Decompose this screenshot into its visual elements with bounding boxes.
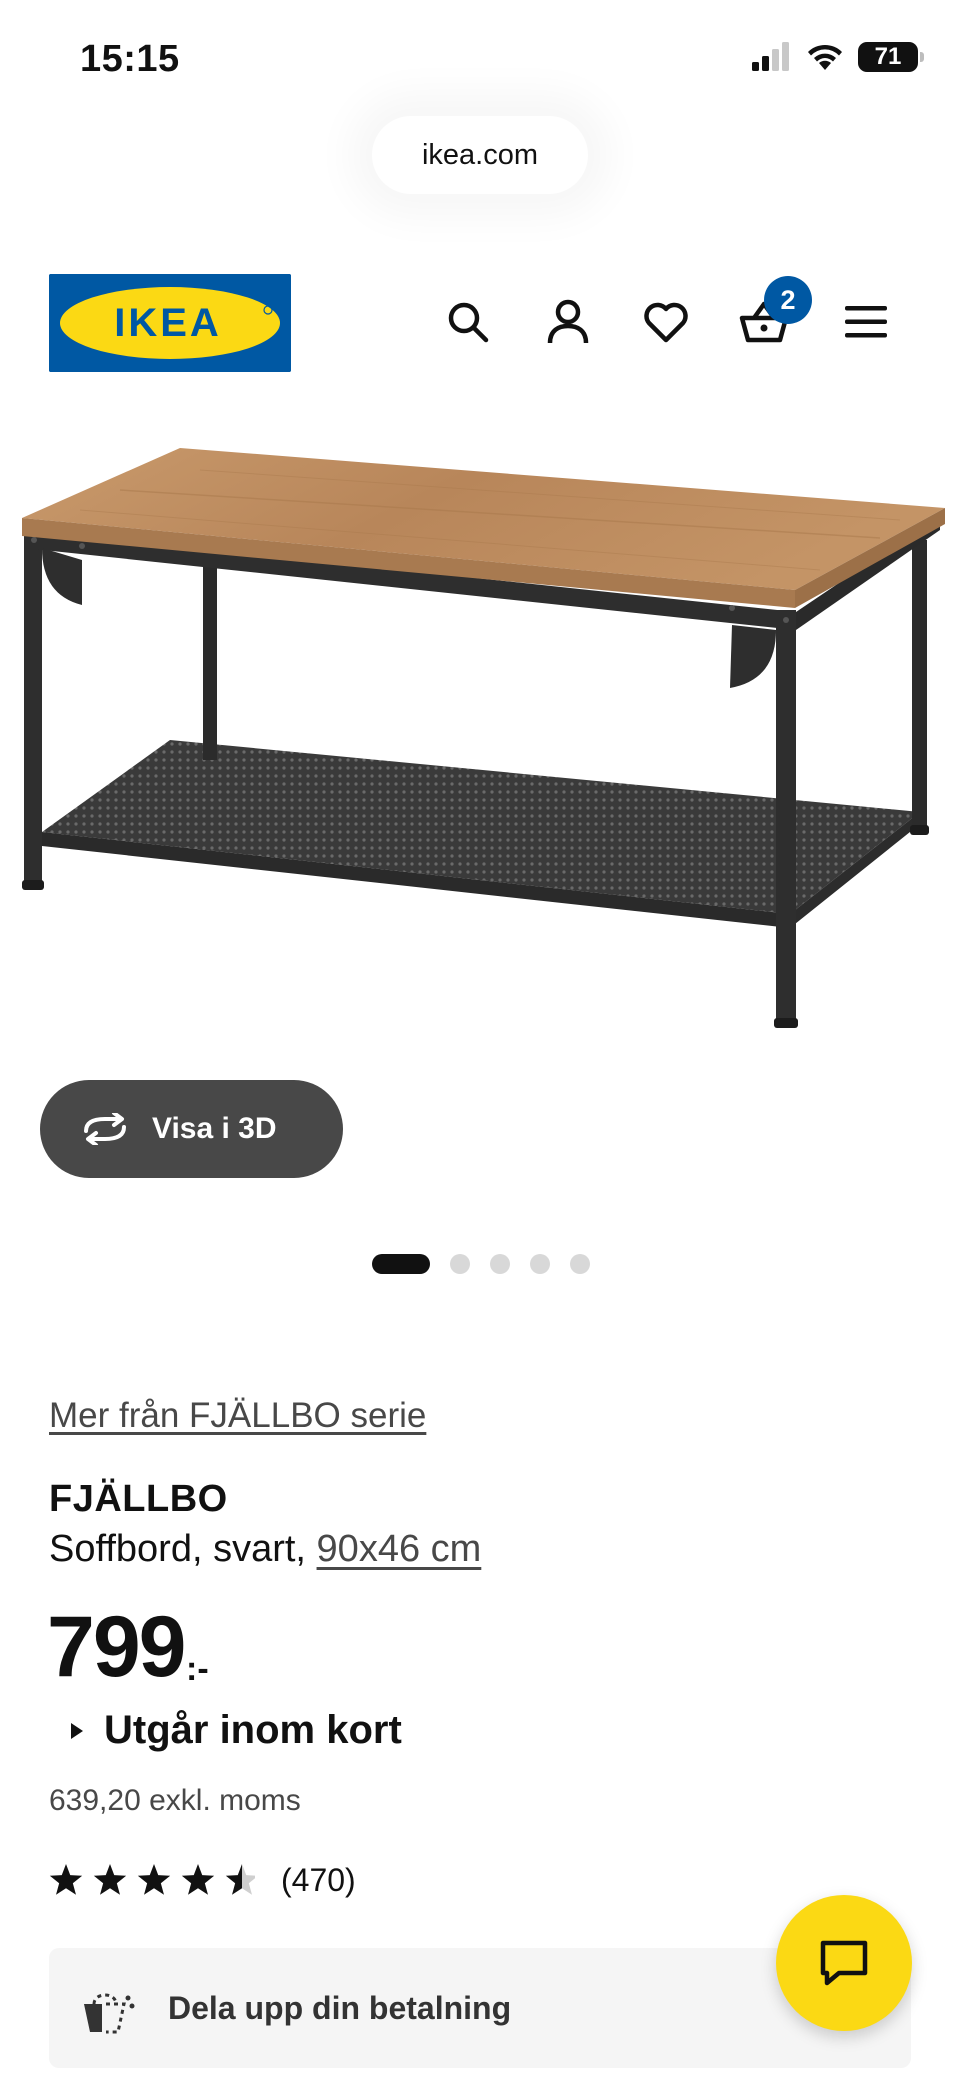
- carousel-dot-3[interactable]: [490, 1254, 510, 1274]
- chat-bubble-icon: [820, 1940, 868, 1986]
- address-bar[interactable]: ikea.com: [372, 116, 588, 194]
- battery-icon: 71: [858, 42, 924, 72]
- product-type: Soffbord, svart,: [49, 1528, 306, 1570]
- menu-button[interactable]: [836, 292, 896, 352]
- star-icon: [93, 1863, 127, 1895]
- status-time: 15:15: [80, 38, 180, 80]
- carousel-dot-2[interactable]: [450, 1254, 470, 1274]
- hamburger-menu-icon: [845, 306, 887, 338]
- status-icons: 71: [752, 42, 924, 72]
- product-description: Soffbord, svart, 90x46 cm: [49, 1528, 481, 1571]
- heart-icon: [644, 302, 688, 343]
- svg-text:IKEA: IKEA: [114, 301, 222, 345]
- product-name: FJÄLLBO: [49, 1478, 228, 1520]
- wifi-icon: [808, 44, 842, 70]
- product-size-link[interactable]: 90x46 cm: [317, 1528, 482, 1570]
- view-3d-button[interactable]: Visa i 3D: [40, 1080, 343, 1178]
- carousel-dot-5[interactable]: [570, 1254, 590, 1274]
- availability-text: Utgår inom kort: [104, 1708, 402, 1752]
- cart-count-badge: 2: [764, 276, 812, 324]
- image-carousel-dots: [372, 1254, 590, 1274]
- rotate-3d-icon: [84, 1113, 126, 1145]
- wishlist-button[interactable]: [636, 292, 696, 352]
- carousel-dot-4[interactable]: [530, 1254, 550, 1274]
- product-page: 15:15 71 ikea.com IKEA 2 Visa i 3D Mer f…: [0, 0, 960, 2078]
- chat-button[interactable]: [776, 1895, 912, 2031]
- price-excl-vat: 639,20 exkl. moms: [49, 1784, 301, 1817]
- split-payment-icon: [84, 1993, 135, 2034]
- cellular-signal-icon: [752, 42, 789, 71]
- price-suffix: :-: [186, 1650, 209, 1688]
- view-3d-label: Visa i 3D: [152, 1112, 277, 1145]
- star-icon: [49, 1863, 83, 1895]
- search-icon: [448, 302, 489, 343]
- product-rating[interactable]: (470): [49, 1862, 356, 1899]
- rating-stars: [49, 1863, 255, 1895]
- triangle-right-icon: [71, 1722, 83, 1739]
- account-button[interactable]: [538, 292, 598, 352]
- search-button[interactable]: [438, 292, 498, 352]
- star-icon: [225, 1863, 255, 1895]
- review-count: (470): [281, 1862, 356, 1898]
- star-icon: [137, 1863, 171, 1895]
- user-icon: [547, 299, 589, 344]
- carousel-dot-1[interactable]: [372, 1254, 430, 1274]
- ikea-logo[interactable]: IKEA: [49, 274, 291, 372]
- product-image[interactable]: [0, 420, 960, 1070]
- product-price: 799: [47, 1599, 186, 1695]
- payment-split-label: Dela upp din betalning: [168, 1990, 512, 2026]
- availability-toggle[interactable]: Utgår inom kort: [70, 1708, 402, 1753]
- star-icon: [181, 1863, 215, 1895]
- series-link[interactable]: Mer från FJÄLLBO serie: [49, 1396, 426, 1436]
